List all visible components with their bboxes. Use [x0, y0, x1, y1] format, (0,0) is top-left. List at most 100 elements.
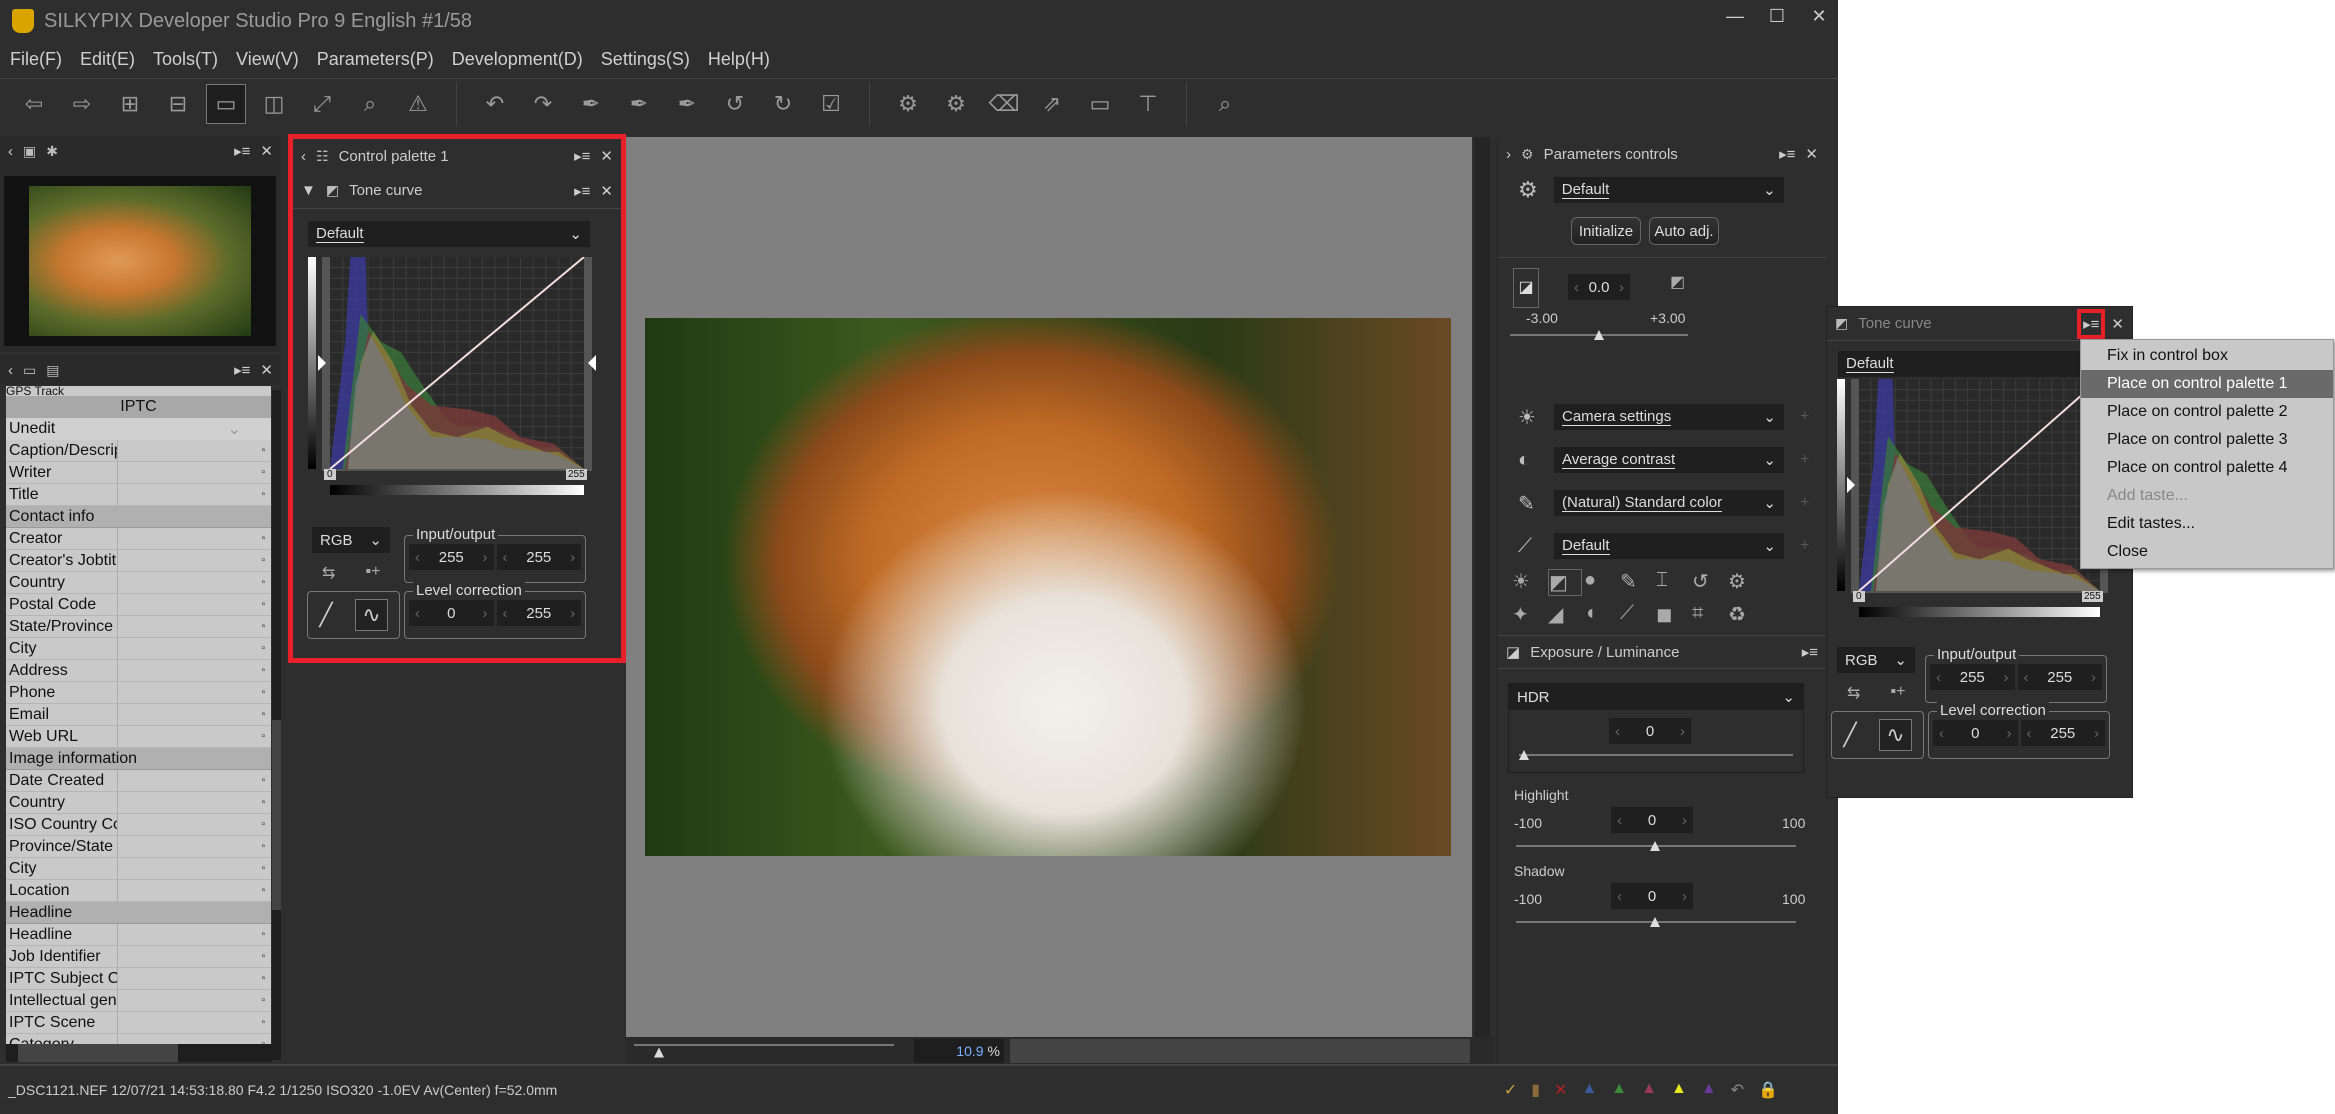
edit-icon[interactable]: ▫ [118, 621, 271, 632]
checkmark-icon[interactable]: ☑ [811, 84, 851, 124]
mark-icon[interactable]: ▲ [1611, 1080, 1627, 1100]
warning-icon[interactable]: ⚠ [398, 84, 438, 124]
edit-icon[interactable]: ▫ [118, 951, 271, 962]
redo-icon[interactable]: ↷ [523, 84, 563, 124]
iptc-row[interactable]: Location ▫ [6, 880, 271, 902]
hdr-slider[interactable] [1519, 750, 1793, 760]
hdr-select[interactable]: HDR ⌄ [1509, 684, 1803, 710]
iptc-row[interactable]: Job Identifier ▫ [6, 946, 271, 968]
sharp-select[interactable]: Default ⌄ [1554, 533, 1784, 559]
combined-view-icon[interactable]: ⊟ [158, 84, 198, 124]
iptc-row[interactable]: Creator's Jobtitle ▫ [6, 550, 271, 572]
edit-icon[interactable]: ▫ [118, 445, 271, 456]
close-icon[interactable]: ✕ [260, 142, 273, 160]
shadow-spinner[interactable]: ‹ 0 › [1611, 883, 1693, 909]
rotate-icon[interactable]: ↺ [1692, 569, 1726, 596]
edit-icon[interactable]: ▫ [118, 995, 271, 1006]
level-max-spinner[interactable]: ‹ 255 › [496, 600, 581, 626]
iptc-row[interactable]: Writer ▫ [6, 462, 271, 484]
edit-icon[interactable]: ▫ [118, 863, 271, 874]
iptc-row[interactable]: Headline ▫ [6, 924, 271, 946]
pick-gradation-icon[interactable]: ✒ [619, 84, 659, 124]
menu-item[interactable]: Edit(E) [80, 49, 135, 70]
menu-item[interactable]: Parameters(P) [317, 49, 434, 70]
panel-menu-icon[interactable]: ▸≡ [1779, 145, 1795, 163]
level-max-spinner[interactable]: ‹ 255 › [2020, 720, 2105, 746]
level-min-spinner[interactable]: ‹ 0 › [1933, 720, 2018, 746]
iptc-row[interactable]: ISO Country Code▫ [6, 814, 271, 836]
close-icon[interactable]: ✕ [260, 361, 273, 379]
close-icon[interactable]: ✕ [2111, 315, 2124, 333]
mark-icon[interactable]: ▲ [1671, 1080, 1687, 1100]
collapse-icon[interactable]: › [1506, 146, 1511, 163]
undo-icon[interactable]: ↶ [475, 84, 515, 124]
edit-icon[interactable]: ▫ [118, 599, 271, 610]
linear-curve-icon[interactable]: ╱ [319, 602, 332, 628]
edit-icon[interactable]: ▫ [118, 797, 271, 808]
input-spinner[interactable]: ‹ 255 › [1930, 664, 2015, 690]
next-arrow-icon[interactable]: ⇨ [62, 84, 102, 124]
add-point-icon[interactable]: ▪+ [1890, 683, 1905, 703]
edit-icon[interactable]: ▫ [118, 687, 271, 698]
zoom-icon[interactable]: ⌕ [350, 84, 390, 124]
menu-item[interactable]: View(V) [236, 49, 299, 70]
eraser-icon[interactable]: ⌫ [984, 84, 1024, 124]
panel-menu-icon[interactable]: ▸≡ [574, 182, 590, 200]
edit-icon[interactable]: ▫ [118, 467, 271, 478]
fullscreen-icon[interactable]: ⤢ [302, 84, 342, 124]
image-viewer[interactable] [626, 137, 1472, 1037]
hdr-spinner[interactable]: ‹ 0 › [1609, 718, 1691, 744]
iptc-row[interactable]: Caption/Description▫ [6, 440, 271, 462]
panel-menu-icon[interactable]: ▸≡ [234, 361, 250, 379]
iptc-row[interactable]: IPTC Scene ▫ [6, 1012, 271, 1034]
iptc-row[interactable]: City ▫ [6, 638, 271, 660]
iptc-row[interactable]: Title ▫ [6, 484, 271, 506]
floating-preset-select[interactable]: Default⌄ [1838, 351, 2118, 377]
mark-icon[interactable]: 🔒 [1758, 1080, 1778, 1100]
iptc-row[interactable]: Category▫ [6, 1034, 271, 1044]
parameter-preset-select[interactable]: Default ⌄ [1553, 177, 1784, 203]
edit-icon[interactable]: ▫ [118, 929, 271, 940]
iptc-row[interactable]: City ▫ [6, 858, 271, 880]
dropper-icon[interactable]: ✎ [1620, 569, 1654, 596]
minimize-button[interactable]: — [1720, 6, 1750, 34]
apply-parameters-icon[interactable]: ⚙ [936, 84, 976, 124]
sphere-icon[interactable]: ● [1584, 569, 1618, 596]
comment-icon[interactable]: ▤ [46, 362, 59, 379]
menu-item[interactable]: Development(D) [452, 49, 583, 70]
single-view-icon[interactable]: ▭ [206, 83, 246, 124]
rotate-right-icon[interactable]: ↻ [763, 84, 803, 124]
noise-icon[interactable]: ✦ [1512, 602, 1546, 627]
context-menu-item[interactable]: Place on control palette 3 [2081, 426, 2333, 454]
recycle-icon[interactable]: ♻ [1728, 602, 1762, 627]
iptc-row[interactable]: Phone ▫ [6, 682, 271, 704]
collapse-icon[interactable]: ‹ [8, 143, 13, 160]
add-point-icon[interactable]: ▪+ [365, 563, 380, 583]
camera-icon[interactable]: ▣ [23, 143, 36, 160]
tone-curve-icon[interactable]: ◩ [1548, 569, 1582, 596]
exposure-spinner[interactable]: ‹ 0.0 › [1568, 274, 1630, 300]
export-icon[interactable]: ⇗ [1032, 84, 1072, 124]
exposure-icon[interactable]: ◪ [1513, 268, 1539, 308]
mark-icon[interactable]: ▮ [1531, 1080, 1540, 1100]
stamp-icon[interactable]: ⊤ [1128, 84, 1168, 124]
tone-curve-graph[interactable]: 0 255 [308, 256, 606, 519]
context-menu-item[interactable]: Place on control palette 2 [2081, 398, 2333, 426]
add-icon[interactable]: + [1800, 408, 1809, 426]
spline-curve-icon[interactable]: ∿ [355, 599, 388, 631]
edit-icon[interactable]: ▫ [118, 819, 271, 830]
edit-icon[interactable]: ▫ [118, 555, 271, 566]
edit-icon[interactable]: ▫ [118, 731, 271, 742]
channel-select[interactable]: RGB ⌄ [312, 527, 390, 553]
iptc-scrollbar[interactable] [272, 390, 281, 1060]
folder-icon[interactable]: ▭ [23, 362, 36, 379]
iptc-row[interactable]: Date Created ▫ [6, 770, 271, 792]
output-spinner[interactable]: ‹ 255 › [496, 544, 581, 570]
edit-icon[interactable]: ▫ [118, 489, 271, 500]
auto-exposure-icon[interactable]: ◩ [1670, 272, 1685, 292]
panel-menu-icon[interactable]: ▸≡ [574, 147, 590, 165]
edit-icon[interactable]: ▫ [118, 665, 271, 676]
edit-icon[interactable]: ▫ [118, 973, 271, 984]
tone-preset-select[interactable]: Default ⌄ [308, 221, 590, 247]
edit-icon[interactable]: ▫ [118, 643, 271, 654]
